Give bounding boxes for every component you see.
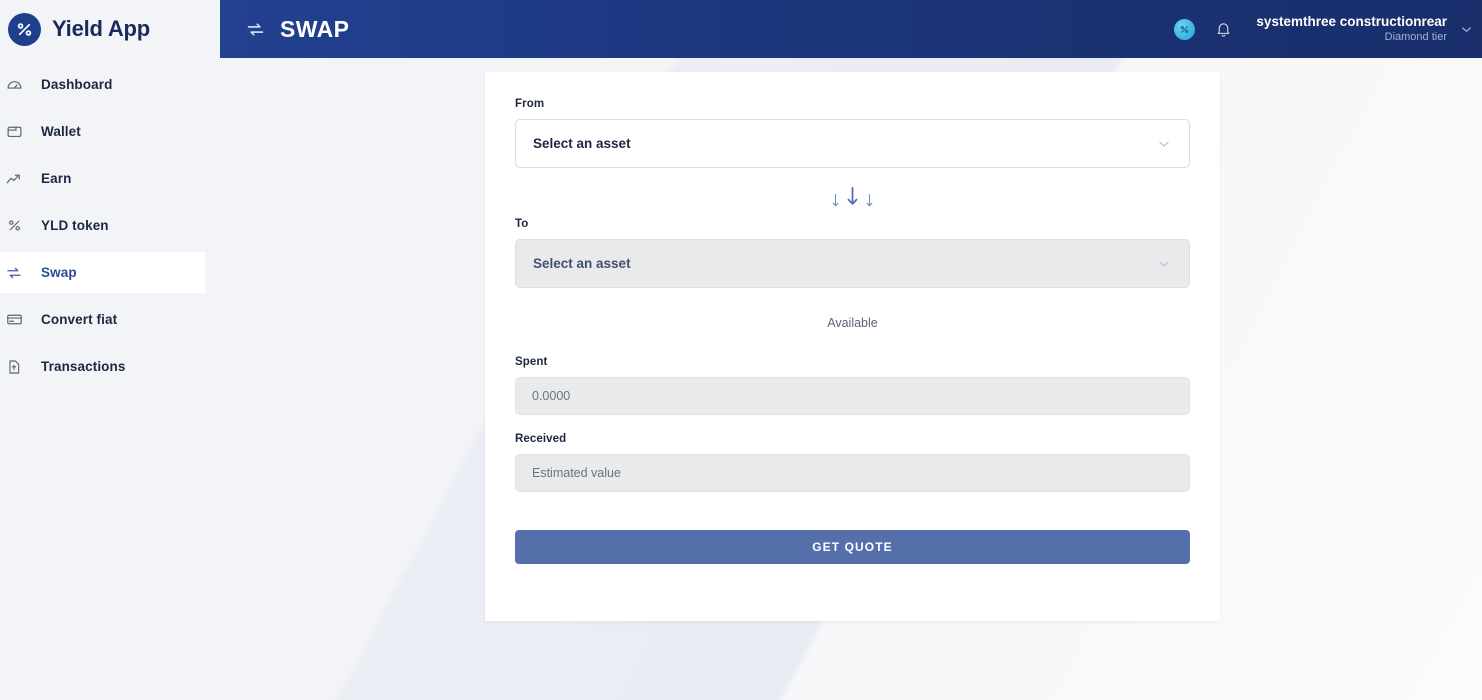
user-avatar-icon[interactable] — [1174, 18, 1196, 40]
page-title-text: SWAP — [280, 15, 350, 42]
to-asset-select[interactable]: Select an asset — [515, 239, 1190, 288]
credit-card-icon — [4, 310, 24, 330]
sidebar-item-label: Transactions — [41, 359, 126, 374]
swap-card: From Select an asset To Select an asset … — [485, 72, 1220, 621]
dashboard-gauge-icon — [4, 75, 24, 95]
bell-icon[interactable] — [1215, 21, 1232, 38]
get-quote-button[interactable]: GET QUOTE — [515, 530, 1190, 564]
brand-name: Yield App — [52, 16, 151, 41]
user-tier: Diamond tier — [1384, 30, 1447, 43]
sidebar: Yield App Dashboard Wallet Earn YLD toke… — [0, 0, 220, 700]
sidebar-item-label: Wallet — [41, 124, 81, 139]
triple-down-arrow-icon — [515, 179, 1190, 209]
chevron-down-icon — [1156, 256, 1172, 272]
sidebar-item-label: Earn — [41, 171, 72, 186]
page-title: SWAP — [245, 16, 349, 43]
swap-arrows-icon — [4, 263, 24, 283]
sidebar-item-dashboard[interactable]: Dashboard — [0, 64, 205, 105]
sidebar-item-earn[interactable]: Earn — [0, 158, 205, 199]
trending-up-icon — [4, 169, 24, 189]
sidebar-item-swap[interactable]: Swap — [0, 252, 205, 293]
wallet-icon — [4, 122, 24, 142]
spent-label: Spent — [515, 356, 548, 368]
user-name: systemthree constructionrear — [1256, 13, 1447, 29]
available-balance-label: Available — [827, 316, 878, 330]
sidebar-item-yld-token[interactable]: YLD token — [0, 205, 205, 246]
percent-icon — [4, 216, 24, 236]
received-placeholder: Estimated value — [532, 466, 621, 480]
to-asset-value: Select an asset — [533, 256, 631, 271]
received-input[interactable]: Estimated value — [515, 454, 1190, 492]
sidebar-item-convert-fiat[interactable]: Convert fiat — [0, 299, 205, 340]
sidebar-item-wallet[interactable]: Wallet — [0, 111, 205, 152]
received-label: Received — [515, 433, 567, 445]
spent-placeholder: 0.0000 — [532, 389, 571, 403]
from-asset-value: Select an asset — [533, 136, 631, 151]
sidebar-nav: Dashboard Wallet Earn YLD token Swap Con… — [0, 64, 220, 387]
document-icon — [4, 357, 24, 377]
header-right-cluster: systemthree constructionrear Diamond tie… — [1174, 14, 1482, 45]
user-menu[interactable]: systemthree constructionrear Diamond tie… — [1256, 14, 1447, 45]
percent-logo-icon — [8, 12, 41, 46]
to-label: To — [515, 218, 529, 230]
sidebar-item-label: Convert fiat — [41, 312, 118, 327]
from-asset-select[interactable]: Select an asset — [515, 119, 1190, 168]
chevron-down-icon — [1156, 136, 1172, 152]
sidebar-item-label: Swap — [41, 265, 77, 280]
app-root: Yield App Dashboard Wallet Earn YLD toke… — [0, 0, 1482, 700]
top-header: SWAP systemthree constructionrear Diamon… — [220, 0, 1482, 58]
brand[interactable]: Yield App — [0, 0, 220, 58]
spent-input[interactable]: 0.0000 — [515, 377, 1190, 415]
sidebar-item-label: Dashboard — [41, 77, 113, 92]
from-label: From — [515, 98, 545, 110]
swap-arrows-icon — [245, 19, 266, 40]
chevron-down-icon[interactable] — [1459, 22, 1474, 37]
sidebar-item-transactions[interactable]: Transactions — [0, 346, 205, 387]
sidebar-item-label: YLD token — [41, 218, 109, 233]
